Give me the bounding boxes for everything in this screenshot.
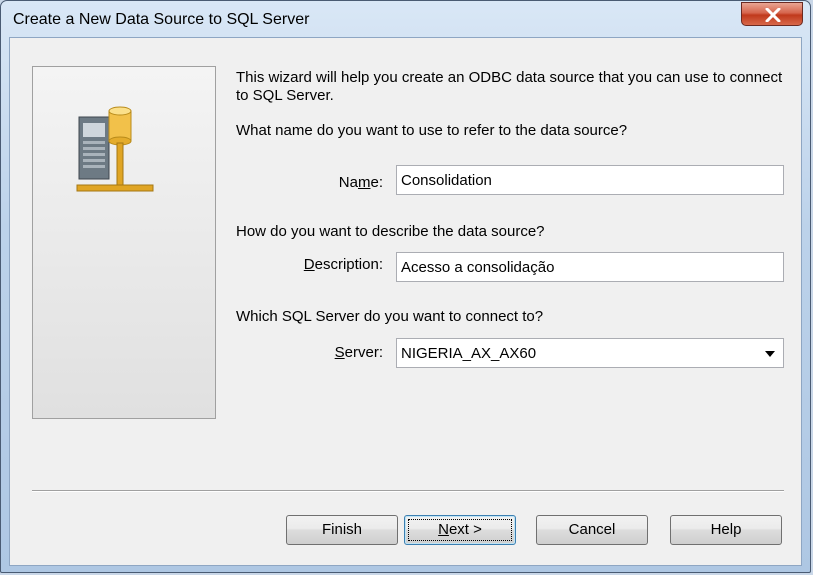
cancel-button[interactable]: Cancel [536, 515, 648, 545]
dialog-window: Create a New Data Source to SQL Server T… [0, 0, 811, 573]
description-question: How do you want to describe the data sou… [236, 223, 545, 240]
server-label-accel: S [334, 344, 345, 361]
name-label-accel: m [357, 174, 371, 191]
focus-rect [408, 519, 512, 541]
name-input[interactable] [396, 165, 784, 195]
description-label-post: escription: [314, 256, 383, 273]
intro-text: This wizard will help you create an ODBC… [236, 69, 783, 104]
close-button[interactable] [741, 2, 803, 26]
server-label-post: erver: [344, 344, 383, 361]
chevron-down-icon[interactable] [765, 351, 775, 357]
help-button[interactable]: Help [670, 515, 782, 545]
wizard-side-panel [32, 66, 216, 419]
name-label: Name: [263, 174, 383, 191]
name-label-pre: Na [338, 174, 358, 191]
server-question: Which SQL Server do you want to connect … [236, 308, 544, 325]
description-label-accel: D [303, 256, 315, 273]
dialog-client-area: This wizard will help you create an ODBC… [9, 37, 802, 566]
server-value: NIGERIA_AX_AX60 [401, 345, 537, 362]
server-combobox[interactable]: NIGERIA_AX_AX60 [396, 338, 784, 368]
next-button[interactable]: Next > [404, 515, 516, 545]
close-icon [765, 8, 781, 22]
title-bar[interactable]: Create a New Data Source to SQL Server [1, 1, 810, 37]
description-label: Description: [263, 256, 383, 273]
server-label: Server: [263, 344, 383, 361]
window-title: Create a New Data Source to SQL Server [13, 11, 310, 28]
server-database-icon [76, 106, 154, 192]
description-input[interactable] [396, 252, 784, 282]
name-label-post: e: [370, 174, 383, 191]
finish-button[interactable]: Finish [286, 515, 398, 545]
separator [32, 490, 784, 492]
name-question: What name do you want to use to refer to… [236, 122, 628, 139]
